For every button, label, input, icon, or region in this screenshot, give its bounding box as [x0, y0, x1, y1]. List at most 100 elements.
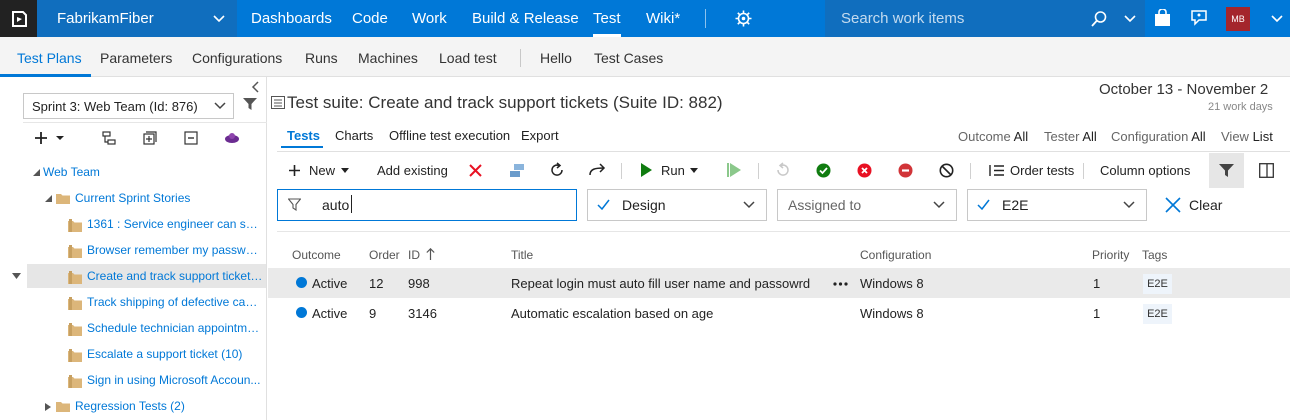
vsts-logo-icon[interactable] — [0, 0, 37, 37]
gear-icon[interactable] — [735, 10, 752, 27]
tags-filter-dropdown[interactable] — [967, 189, 1147, 221]
title-cell[interactable]: Automatic escalation based on age — [511, 306, 713, 321]
tester-filter-value[interactable]: All — [1082, 129, 1096, 144]
column-header-title[interactable]: Title — [511, 248, 533, 262]
state-filter-value[interactable]: Design — [622, 197, 666, 213]
pivot-offline-test-execution[interactable]: Offline test execution — [389, 128, 510, 143]
chevron-down-icon[interactable] — [341, 168, 349, 173]
column-header-order[interactable]: Order — [369, 248, 400, 262]
tree-item-suite-selected[interactable]: Create and track support tickets... — [87, 269, 263, 283]
tree-item-web-team[interactable]: Web Team — [43, 165, 100, 179]
tree-item-suite[interactable]: Track shipping of defective cabl... — [87, 295, 263, 309]
tab-configurations[interactable]: Configurations — [192, 50, 282, 66]
expand-all-icon[interactable] — [143, 131, 157, 145]
chevron-down-icon[interactable] — [743, 201, 755, 209]
nav-work[interactable]: Work — [412, 10, 447, 27]
expanded-caret-icon[interactable] — [33, 169, 40, 176]
state-filter-dropdown[interactable] — [587, 189, 767, 221]
chevron-down-icon[interactable] — [212, 12, 226, 26]
pivot-charts[interactable]: Charts — [335, 128, 373, 143]
expanded-caret-icon[interactable] — [45, 195, 52, 202]
tree-item-suite[interactable]: Escalate a support ticket (10) — [87, 347, 263, 361]
tab-hello[interactable]: Hello — [540, 50, 572, 66]
tags-filter-value[interactable]: E2E — [1002, 197, 1028, 213]
fail-icon[interactable] — [857, 163, 872, 178]
nav-wiki[interactable]: Wiki* — [646, 10, 680, 27]
chevron-down-icon[interactable] — [1270, 12, 1284, 26]
tree-item-suite[interactable]: Sign in using Microsoft Accoun... — [87, 373, 263, 387]
chevron-down-icon[interactable] — [690, 168, 698, 173]
nav-test[interactable]: Test — [593, 10, 621, 27]
add-suite-icon[interactable] — [34, 131, 64, 145]
block-icon[interactable] — [898, 163, 913, 178]
view-filter[interactable]: View List — [1221, 129, 1273, 144]
pass-icon[interactable] — [816, 163, 831, 178]
tab-test-plans[interactable]: Test Plans — [17, 50, 82, 66]
column-header-tags[interactable]: Tags — [1142, 248, 1167, 262]
configuration-filter-value[interactable]: All — [1191, 129, 1205, 144]
column-options-button[interactable]: Column options — [1100, 163, 1190, 178]
outcome-filter-value[interactable]: All — [1014, 129, 1028, 144]
nav-dashboards[interactable]: Dashboards — [251, 10, 332, 27]
tree-item-regression-tests[interactable]: Regression Tests (2) — [75, 399, 185, 413]
assign-configuration-icon[interactable] — [509, 163, 525, 178]
reset-icon[interactable] — [775, 162, 791, 178]
view-filter-value[interactable]: List — [1253, 129, 1273, 144]
refresh-icon[interactable] — [549, 162, 565, 178]
add-existing-button[interactable]: Add existing — [377, 163, 448, 178]
not-applicable-icon[interactable] — [939, 163, 954, 178]
nav-code[interactable]: Code — [352, 10, 388, 27]
chevron-left-icon[interactable] — [251, 81, 261, 93]
tree-item-suite[interactable]: 1361 : Service engineer can sup... — [87, 217, 263, 231]
chevron-down-icon[interactable] — [1123, 201, 1135, 209]
keyword-filter-value[interactable]: auto — [322, 197, 349, 213]
avatar[interactable]: MB — [1226, 7, 1250, 31]
run-icon[interactable] — [641, 163, 652, 177]
pivot-export[interactable]: Export — [521, 128, 559, 143]
collapsed-caret-icon[interactable] — [45, 403, 51, 411]
clear-icon[interactable] — [1165, 197, 1181, 213]
pivot-tests[interactable]: Tests — [287, 128, 320, 143]
marketplace-bag-icon[interactable] — [1154, 9, 1171, 27]
tester-filter[interactable]: Tester All — [1044, 129, 1097, 144]
tree-item-suite[interactable]: Browser remember my passwor... — [87, 243, 263, 257]
test-plan-select-value[interactable]: Sprint 3: Web Team (Id: 876) — [32, 99, 198, 114]
column-header-configuration[interactable]: Configuration — [860, 248, 931, 262]
hierarchy-icon[interactable] — [102, 131, 116, 145]
tab-machines[interactable]: Machines — [358, 50, 418, 66]
chart-icon[interactable] — [224, 131, 240, 145]
project-name[interactable]: FabrikamFiber — [57, 10, 154, 27]
tab-parameters[interactable]: Parameters — [100, 50, 172, 66]
configuration-filter[interactable]: Configuration All — [1111, 129, 1206, 144]
tree-item-current-sprint-stories[interactable]: Current Sprint Stories — [75, 191, 190, 205]
nav-build-release[interactable]: Build & Release — [472, 10, 579, 27]
filter-icon[interactable] — [1219, 163, 1234, 178]
column-header-priority[interactable]: Priority — [1092, 248, 1129, 262]
resume-icon[interactable] — [727, 163, 741, 177]
tab-runs[interactable]: Runs — [305, 50, 338, 66]
plus-icon[interactable] — [289, 165, 300, 176]
search-icon[interactable] — [1090, 10, 1108, 28]
tab-load-test[interactable]: Load test — [439, 50, 497, 66]
chevron-down-icon[interactable] — [1123, 12, 1137, 26]
assigned-to-placeholder[interactable]: Assigned to — [788, 197, 861, 213]
tree-item-suite[interactable]: Schedule technician appointme... — [87, 321, 263, 335]
filter-icon[interactable] — [243, 97, 257, 111]
collapse-all-icon[interactable] — [184, 131, 198, 145]
context-menu-arrow-icon[interactable] — [12, 273, 21, 279]
chevron-down-icon[interactable] — [933, 201, 945, 209]
redo-icon[interactable] — [589, 163, 607, 177]
sort-ascending-icon[interactable] — [426, 248, 435, 260]
feedback-icon[interactable] — [1190, 9, 1208, 27]
outcome-filter[interactable]: Outcome All — [958, 129, 1028, 144]
clear-filters-button[interactable]: Clear — [1189, 197, 1222, 213]
run-button[interactable]: Run — [661, 163, 685, 178]
chevron-down-icon[interactable] — [214, 101, 226, 111]
title-cell[interactable]: Repeat login must auto fill user name an… — [511, 276, 810, 291]
search-placeholder[interactable]: Search work items — [841, 10, 964, 27]
column-header-outcome[interactable]: Outcome — [292, 248, 341, 262]
delete-icon[interactable] — [469, 164, 482, 177]
new-button[interactable]: New — [309, 163, 335, 178]
side-pane-icon[interactable] — [1259, 163, 1274, 178]
more-actions-icon[interactable] — [833, 282, 848, 286]
